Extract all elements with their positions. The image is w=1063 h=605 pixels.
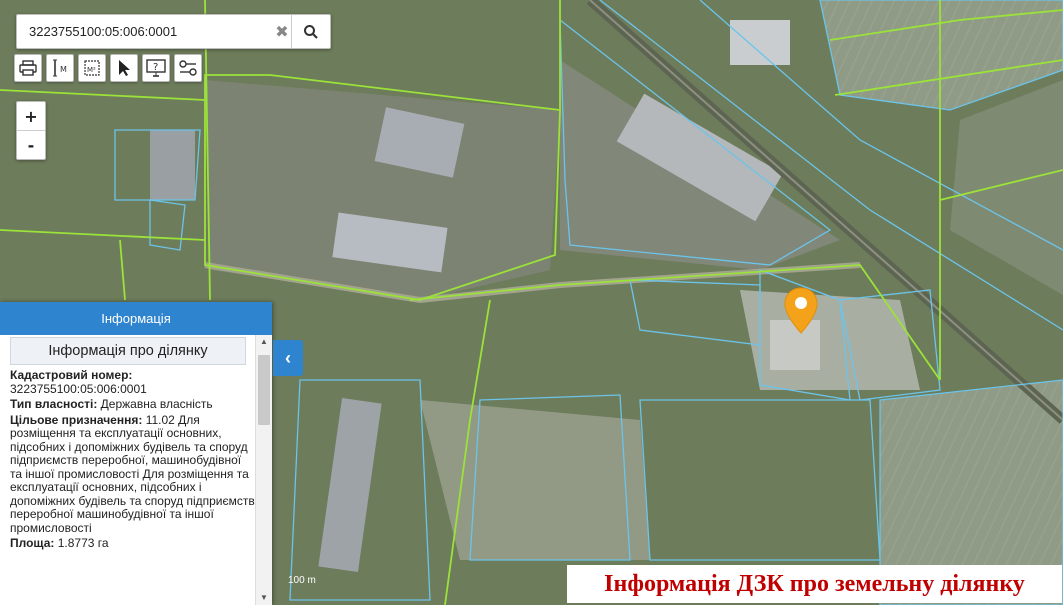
printer-icon <box>19 60 37 76</box>
scale-bar: 100 m <box>288 575 316 586</box>
chevron-left-icon: ‹ <box>285 347 291 368</box>
svg-text:M: M <box>60 65 67 74</box>
zoom-control: + - <box>16 101 46 160</box>
info-panel: Інформація Інформація про ділянку Кадаст… <box>0 302 272 605</box>
ownership-label: Тип власності: <box>10 397 98 411</box>
scroll-down-icon[interactable]: ▼ <box>256 591 272 605</box>
caption-banner: Інформація ДЗК про земельну ділянку <box>567 565 1062 603</box>
purpose-value: 11.02 Для розміщення та експлуатації осн… <box>10 412 255 535</box>
search-input[interactable] <box>27 23 271 40</box>
info-panel-scrollbar[interactable]: ▲ ▼ <box>255 335 272 605</box>
industrial-area <box>205 80 560 300</box>
tank-farm <box>730 20 790 65</box>
info-panel-header: Інформація <box>0 302 272 335</box>
print-button[interactable] <box>14 54 42 82</box>
identify-icon: ? <box>146 59 166 77</box>
area-value: 1.8773 га <box>57 536 109 550</box>
measure-length-button[interactable]: M <box>46 54 74 82</box>
svg-text:M²: M² <box>87 66 96 74</box>
map-toolbar: M M² ? <box>14 54 202 82</box>
industrial-area <box>740 290 920 390</box>
measure-area-button[interactable]: M² <box>78 54 106 82</box>
purpose-label: Цільове призначення: <box>10 412 143 427</box>
scroll-thumb[interactable] <box>258 355 270 425</box>
cadastral-label: Кадастровий номер: <box>10 368 133 382</box>
area-icon: M² <box>84 60 100 76</box>
info-panel-subheader: Інформація про ділянку <box>10 337 246 365</box>
clear-icon[interactable]: ✖ <box>271 22 293 42</box>
search-bar: ✖ <box>16 14 331 49</box>
area-label: Площа: <box>10 536 55 550</box>
scroll-up-icon[interactable]: ▲ <box>256 335 272 349</box>
search-button[interactable] <box>291 15 330 48</box>
layers-button[interactable] <box>174 54 202 82</box>
select-button[interactable] <box>110 54 138 82</box>
ownership-value: Державна власність <box>100 397 213 411</box>
zoom-out-button[interactable]: - <box>17 130 45 159</box>
collapse-panel-button[interactable]: ‹ <box>273 340 303 376</box>
svg-text:?: ? <box>153 62 158 73</box>
building <box>150 130 195 200</box>
parcel-details: Кадастровий номер: 3223755100:05:006:0001… <box>10 368 255 553</box>
layers-icon <box>179 60 197 76</box>
search-icon <box>304 24 318 39</box>
zoom-in-button[interactable]: + <box>17 102 45 130</box>
ruler-icon: M <box>53 59 67 77</box>
pointer-icon <box>119 60 130 76</box>
map-marker-icon[interactable] <box>783 286 819 336</box>
cadastral-value: 3223755100:05:006:0001 <box>10 381 147 396</box>
identify-button[interactable]: ? <box>142 54 170 82</box>
